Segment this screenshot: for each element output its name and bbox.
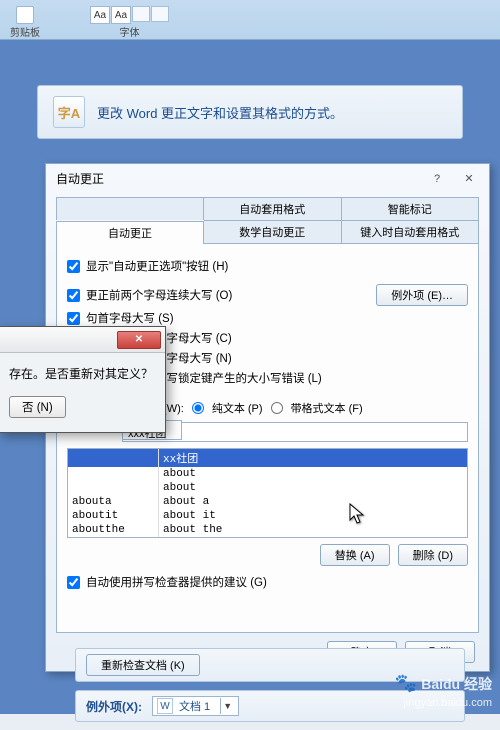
list-item: about [68, 467, 467, 481]
options-banner: 字A 更改 Word 更正文字和设置其格式的方式。 [37, 85, 463, 139]
font-label: 字体 [120, 24, 140, 39]
ribbon-group-font: Aa Aa 字体 [85, 6, 174, 39]
tab-autocorrect[interactable]: 自动更正 [56, 221, 204, 244]
chevron-down-icon[interactable]: ▼ [220, 698, 234, 714]
exceptions-label: 例外项(X): [86, 698, 142, 715]
tab-autoformat[interactable]: 自动套用格式 [204, 197, 341, 220]
close-icon[interactable]: ✕ [117, 331, 161, 349]
font-case-icon[interactable]: Aa [111, 6, 131, 24]
banner-text: 更改 Word 更正文字和设置其格式的方式。 [97, 103, 343, 122]
recheck-button[interactable]: 重新检查文档 (K) [86, 654, 200, 676]
exceptions-button[interactable]: 例外项 (E)… [376, 284, 468, 306]
no-button[interactable]: 否 (N) [9, 396, 66, 418]
list-item-selected: xx社团 [68, 449, 467, 467]
spellcheck-suggest-checkbox[interactable] [67, 576, 80, 589]
dialog-title: 自动更正 [56, 170, 427, 187]
formatted-radio[interactable] [271, 402, 283, 414]
close-button[interactable]: ✕ [459, 171, 479, 187]
help-button[interactable]: ? [427, 171, 447, 187]
plain-text-radio[interactable] [192, 402, 204, 414]
list-item: aboutaabout a [68, 495, 467, 509]
two-caps-checkbox[interactable] [67, 289, 80, 302]
list-item: abouttheabout the [68, 523, 467, 537]
list-item: about [68, 481, 467, 495]
dialog-titlebar: 自动更正 ? ✕ [46, 164, 489, 193]
tab-body: 显示"自动更正选项"按钮 (H) 更正前两个字母连续大写 (O) 例外项 (E)… [56, 243, 479, 633]
exceptions-combo[interactable]: W 文档 1 ▼ [152, 696, 239, 716]
font-bold-icon[interactable]: Aa [90, 6, 110, 24]
confirm-message: 存在。是否重新对其定义？ [9, 365, 155, 382]
tab-smarttag[interactable]: 智能标记 [342, 197, 479, 220]
confirm-titlebar: ✕ [0, 327, 165, 353]
paste-icon[interactable] [16, 6, 34, 24]
autocorrect-list[interactable]: xx社团 about about aboutaabout a aboutitab… [67, 448, 468, 538]
confirm-dialog: ✕ 存在。是否重新对其定义？ 否 (N) [0, 326, 166, 433]
watermark: 🐾Baidu 经验 jingyan.baidu.com [395, 672, 492, 710]
list-item: aboutitabout it [68, 509, 467, 523]
delete-button[interactable]: 删除 (D) [398, 544, 468, 566]
highlight-icon[interactable] [132, 6, 150, 22]
show-options-checkbox[interactable] [67, 260, 80, 273]
tab-math[interactable]: 数学自动更正 [204, 220, 341, 243]
clipboard-label: 剪贴板 [10, 24, 40, 39]
paw-icon: 🐾 [395, 672, 417, 695]
ribbon-group-clipboard: 剪贴板 [5, 6, 45, 39]
sentence-cap-checkbox[interactable] [67, 312, 80, 325]
tab-typing[interactable]: 键入时自动套用格式 [342, 220, 479, 243]
ribbon: 剪贴板 Aa Aa 字体 [0, 0, 500, 40]
replace-button[interactable]: 替换 (A) [320, 544, 390, 566]
autocorrect-icon: 字A [53, 96, 85, 128]
fontcolor-icon[interactable] [151, 6, 169, 22]
word-doc-icon: W [157, 698, 173, 714]
